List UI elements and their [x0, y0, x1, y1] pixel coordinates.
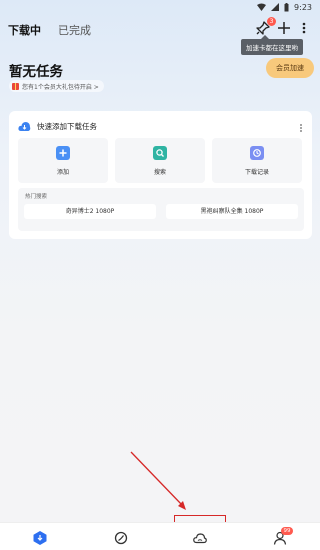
nav-download[interactable]: [32, 530, 48, 546]
action-history[interactable]: 下载记录: [212, 138, 302, 183]
card-header: 快速添加下载任务: [18, 121, 97, 132]
tab-downloading[interactable]: 下载中: [8, 22, 41, 38]
wifi-icon: [257, 3, 267, 11]
more-vertical-icon: [302, 22, 306, 34]
action-search-label: 搜索: [153, 169, 166, 176]
status-icons: 9:23: [257, 2, 312, 12]
search-icon: [153, 146, 167, 160]
plus-icon: [278, 22, 290, 34]
gift-banner[interactable]: 您有1个会员大礼包待开启 >: [9, 80, 104, 92]
add-task-button[interactable]: [276, 20, 292, 36]
action-history-label: 下载记录: [244, 169, 269, 176]
tab-completed[interactable]: 已完成: [58, 22, 91, 38]
pin-badge: 3: [267, 17, 276, 26]
gift-text: 您有1个会员大礼包待开启 >: [22, 83, 99, 91]
status-time: 9:23: [294, 2, 312, 12]
plus-icon: [56, 146, 70, 160]
nav-cloud[interactable]: [192, 530, 208, 546]
hot-search-item[interactable]: 黑袍纠察队全集 1080P: [166, 204, 298, 219]
more-button[interactable]: [299, 20, 309, 36]
card-title: 快速添加下载任务: [37, 122, 97, 131]
nav-profile[interactable]: 99: [272, 527, 293, 546]
vip-boost-button[interactable]: 会员加速: [266, 58, 314, 78]
profile-badge: 99: [281, 527, 293, 535]
history-icon: [250, 146, 264, 160]
hot-search-item[interactable]: 奇异博士2 1080P: [24, 204, 156, 219]
discover-icon: [114, 531, 128, 545]
nav-discover[interactable]: [113, 530, 129, 546]
download-icon: [33, 531, 47, 545]
hot-search-title: 热门搜索: [25, 194, 48, 200]
cloud-icon: [193, 533, 207, 544]
empty-title: 暂无任务: [9, 64, 63, 80]
action-search[interactable]: 搜索: [115, 138, 205, 183]
tooltip: 加速卡都在这里哟: [241, 35, 303, 55]
signal-icon: [271, 3, 280, 11]
hot-search-box: 热门搜索 奇异博士2 1080P 黑袍纠察队全集 1080P: [18, 188, 304, 231]
cloud-logo-icon: [18, 122, 31, 131]
action-add[interactable]: 添加: [18, 138, 108, 183]
gift-icon: [12, 82, 19, 90]
more-vertical-icon: [300, 124, 302, 132]
pin-button[interactable]: 3: [255, 17, 276, 36]
action-add-label: 添加: [56, 169, 69, 176]
card-more-button[interactable]: [298, 118, 304, 132]
battery-icon: [284, 2, 289, 11]
status-bar: 9:23: [0, 0, 320, 14]
bottom-nav: 99: [0, 522, 320, 550]
quick-add-card: 快速添加下载任务 添加 搜索 下载记录 热门搜索 奇异博士2 1080P 黑袍纠…: [9, 111, 312, 239]
